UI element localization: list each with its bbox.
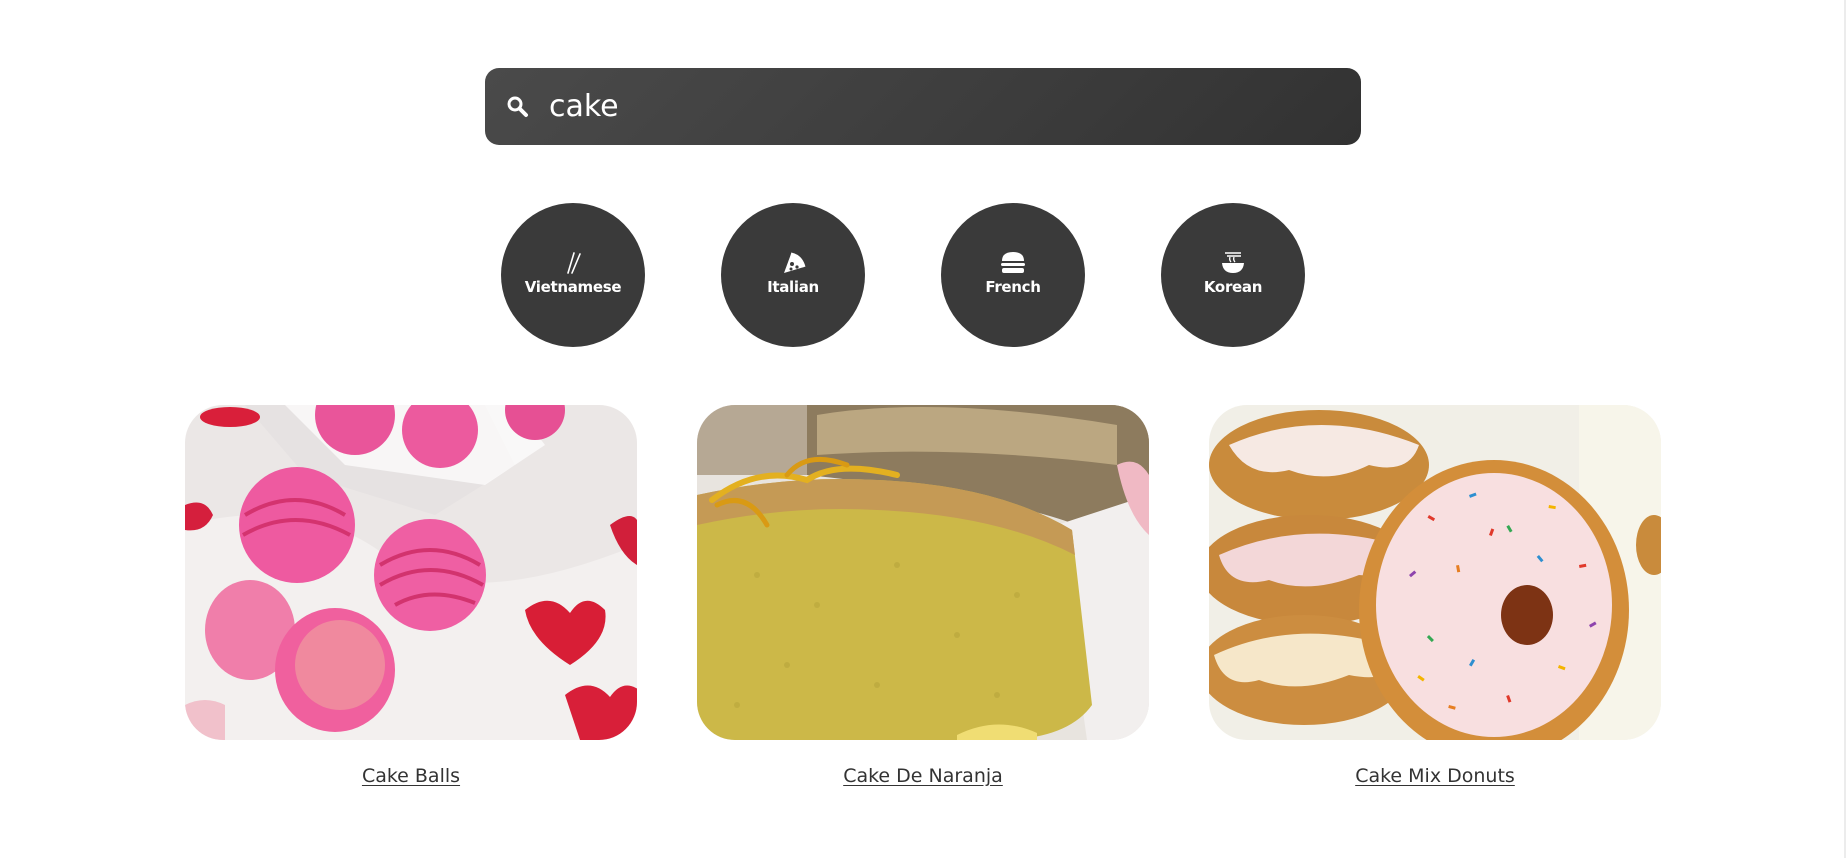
cuisine-label: Korean <box>1203 278 1263 296</box>
cuisine-label: Italian <box>767 278 819 296</box>
search-bar[interactable] <box>485 68 1361 145</box>
cuisine-label: Vietnamese <box>524 278 622 296</box>
recipe-image-cake-de-naranja[interactable] <box>697 405 1149 740</box>
cuisine-button-french[interactable]: French <box>941 203 1085 347</box>
noodle-bowl-icon <box>1219 251 1247 275</box>
recipe-image-cake-balls[interactable] <box>185 405 637 740</box>
cuisine-label: French <box>985 278 1041 296</box>
cuisine-button-korean[interactable]: Korean <box>1161 203 1305 347</box>
recipe-title-link[interactable]: Cake Mix Donuts <box>1209 765 1661 787</box>
search-icon[interactable] <box>505 94 531 120</box>
search-input[interactable] <box>543 80 1339 132</box>
pizza-icon <box>779 251 807 275</box>
cuisine-button-italian[interactable]: Italian <box>721 203 865 347</box>
recipe-title-link[interactable]: Cake Balls <box>185 765 637 787</box>
cuisine-button-vietnamese[interactable]: Vietnamese <box>501 203 645 347</box>
chopsticks-icon <box>559 251 587 275</box>
burger-icon <box>999 251 1027 275</box>
recipe-title-link[interactable]: Cake De Naranja <box>697 765 1149 787</box>
recipe-image-cake-mix-donuts[interactable] <box>1209 405 1661 740</box>
